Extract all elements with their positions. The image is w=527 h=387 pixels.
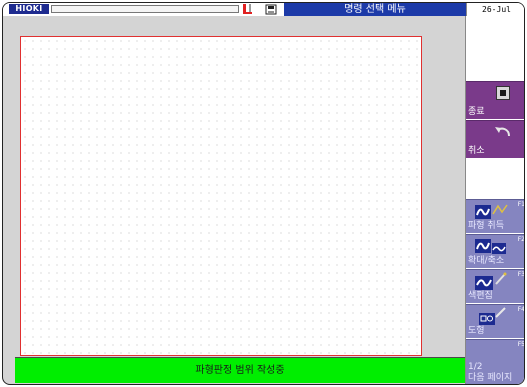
clock: 26-Jul 19:03:57 <box>466 3 524 27</box>
f2-key-label: F2 <box>517 236 525 243</box>
f1-key-label: F1 <box>517 201 525 208</box>
cancel-button[interactable]: 취소 <box>466 120 524 158</box>
f4-key-label: F4 <box>517 306 525 313</box>
end-button[interactable]: 종료 <box>466 81 524 119</box>
screen-frame: HIOKI 명령 선택 메뉴 26-Jul 19:03:57 파형판정 범위 작… <box>2 2 525 385</box>
function-panel: 종료 취소 F1 파형 취득 F2 확대/축소 F3 색편집 F4 도형 F5 … <box>465 16 525 384</box>
status-bar: 파형판정 범위 작성중 <box>15 357 465 383</box>
color-edit-button[interactable]: F3 색편집 <box>466 269 525 303</box>
storage-icon <box>265 4 277 15</box>
zoom-label: 확대/축소 <box>468 256 505 266</box>
f3-key-label: F3 <box>517 271 525 278</box>
top-bar: HIOKI 명령 선택 메뉴 26-Jul 19:03:57 <box>3 3 524 27</box>
page-indicator: 1/2 <box>468 362 483 372</box>
shape-button[interactable]: F4 도형 <box>466 304 525 338</box>
waveform-drawing-canvas[interactable] <box>20 36 422 356</box>
stop-icon <box>496 86 510 100</box>
f5-key-label: F5 <box>517 341 525 348</box>
acquire-label: 파형 취득 <box>468 221 504 231</box>
color-edit-label: 색편집 <box>468 291 493 301</box>
menu-title: 명령 선택 메뉴 <box>284 3 466 16</box>
next-page-label: 다음 페이지 <box>468 373 513 383</box>
end-label: 종료 <box>468 107 485 117</box>
acquire-waveform-button[interactable]: F1 파형 취득 <box>466 199 525 233</box>
undo-icon <box>495 127 510 137</box>
hioki-logo: HIOKI <box>9 4 49 14</box>
trigger-marker-icon <box>243 4 252 14</box>
next-page-button[interactable]: F5 1/2 다음 페이지 <box>466 339 525 384</box>
shape-label: 도형 <box>468 326 485 336</box>
memory-progress-bar <box>51 5 239 13</box>
zoom-button[interactable]: F2 확대/축소 <box>466 234 525 268</box>
cancel-label: 취소 <box>468 146 485 156</box>
main-area <box>3 16 465 356</box>
